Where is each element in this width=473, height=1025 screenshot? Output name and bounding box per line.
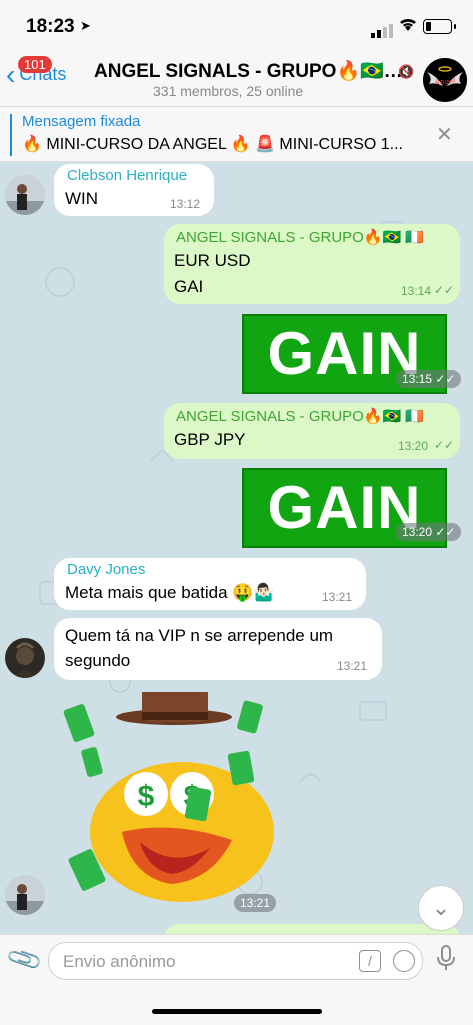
attach-icon[interactable]: 📎 xyxy=(5,939,45,979)
read-checks-icon: ✓✓ xyxy=(434,283,455,297)
muted-icon: 🔇 xyxy=(398,64,415,79)
message-bubble[interactable]: ANGEL SIGNALS - GRUPO🔥🇧🇷 🇮🇪 GBP JPY 13:2… xyxy=(164,403,460,459)
location-icon: ➤ xyxy=(80,18,91,33)
chat-header: ‹ Chats 101 ANGEL SIGNALS - GRUPO🔥🇧🇷… 🔇 … xyxy=(0,50,473,107)
avatar[interactable] xyxy=(5,638,45,678)
bot-command-icon[interactable]: / xyxy=(359,950,381,972)
status-time: 18:23 xyxy=(26,16,75,37)
message-bubble[interactable] xyxy=(164,924,460,934)
status-bar: 18:23 ➤ xyxy=(0,0,473,50)
sticker-icon[interactable] xyxy=(393,950,415,972)
message-text: WIN xyxy=(65,189,99,208)
unread-badge: 101 xyxy=(18,56,52,73)
chat-title[interactable]: ANGEL SIGNALS - GRUPO🔥🇧🇷… xyxy=(94,59,403,83)
message-bubble[interactable]: ANGEL SIGNALS - GRUPO🔥🇧🇷 🇮🇪 EUR USD GAI … xyxy=(164,224,460,304)
message-bubble[interactable]: Quem tá na VIP n se arrepende um segundo… xyxy=(54,618,382,680)
avatar[interactable] xyxy=(5,175,45,215)
pinned-text: 🔥 MINI-CURSO DA ANGEL 🔥 🚨 MINI-CURSO 1..… xyxy=(22,136,403,153)
wifi-icon xyxy=(398,16,418,37)
message-time: 13:20 ✓✓ xyxy=(396,523,462,541)
svg-text:$: $ xyxy=(138,780,155,813)
chevron-left-icon: ‹ xyxy=(6,58,16,90)
message-text-line1: EUR USD xyxy=(174,251,251,270)
signal-icon xyxy=(371,20,395,38)
sender-name: Clebson Henrique xyxy=(67,167,188,184)
message-text: GBP JPY xyxy=(174,430,246,449)
avatar[interactable] xyxy=(5,875,45,915)
microphone-icon[interactable] xyxy=(437,945,455,977)
pinned-message[interactable]: Mensagem fixada 🔥 MINI-CURSO DA ANGEL 🔥 … xyxy=(0,107,473,162)
message-time: 13:21 xyxy=(322,590,353,604)
message-time: 13:12 xyxy=(170,197,201,211)
scroll-down-button[interactable]: ⌄ xyxy=(418,885,464,931)
close-icon[interactable]: ✕ xyxy=(436,122,453,147)
message-text: Meta mais que batida 🤑🤷🏻‍♂️ xyxy=(65,583,275,602)
battery-icon xyxy=(423,19,456,34)
message-time: 13:15 ✓✓ xyxy=(396,370,462,388)
sender-name: ANGEL SIGNALS - GRUPO🔥🇧🇷 🇮🇪 xyxy=(176,408,425,425)
group-avatar[interactable]: Angel xyxy=(423,58,467,102)
message-text-line1: Quem tá na VIP n se arrepende um xyxy=(65,626,334,645)
message-input[interactable] xyxy=(61,949,345,975)
sender-name: ANGEL SIGNALS - GRUPO🔥🇧🇷 🇮🇪 xyxy=(176,229,425,246)
message-time: 13:21 xyxy=(234,894,277,912)
message-text-line2: GAI xyxy=(174,277,204,296)
pinned-label: Mensagem fixada xyxy=(22,113,141,130)
svg-text:Angel: Angel xyxy=(434,78,455,86)
message-input-bar: 📎 / xyxy=(0,934,473,1025)
message-time: 13:21 xyxy=(337,659,368,673)
duck-money-sticker[interactable]: $ $ xyxy=(62,684,282,907)
chat-area[interactable]: Clebson Henrique WIN 13:12 ANGEL SIGNALS… xyxy=(0,162,473,934)
message-text-line2: segundo xyxy=(65,651,131,670)
home-indicator xyxy=(152,1009,322,1014)
chat-subtitle: 331 membros, 25 online xyxy=(153,83,304,99)
message-bubble[interactable]: Clebson Henrique WIN 13:12 xyxy=(54,164,214,216)
read-checks-icon: ✓✓ xyxy=(434,438,455,452)
message-field[interactable]: / xyxy=(48,942,423,980)
message-time: 13:14 xyxy=(401,284,432,298)
sender-name: Davy Jones xyxy=(67,561,146,578)
message-time: 13:20 xyxy=(398,439,429,453)
message-bubble[interactable]: Davy Jones Meta mais que batida 🤑🤷🏻‍♂️ 1… xyxy=(54,558,366,610)
